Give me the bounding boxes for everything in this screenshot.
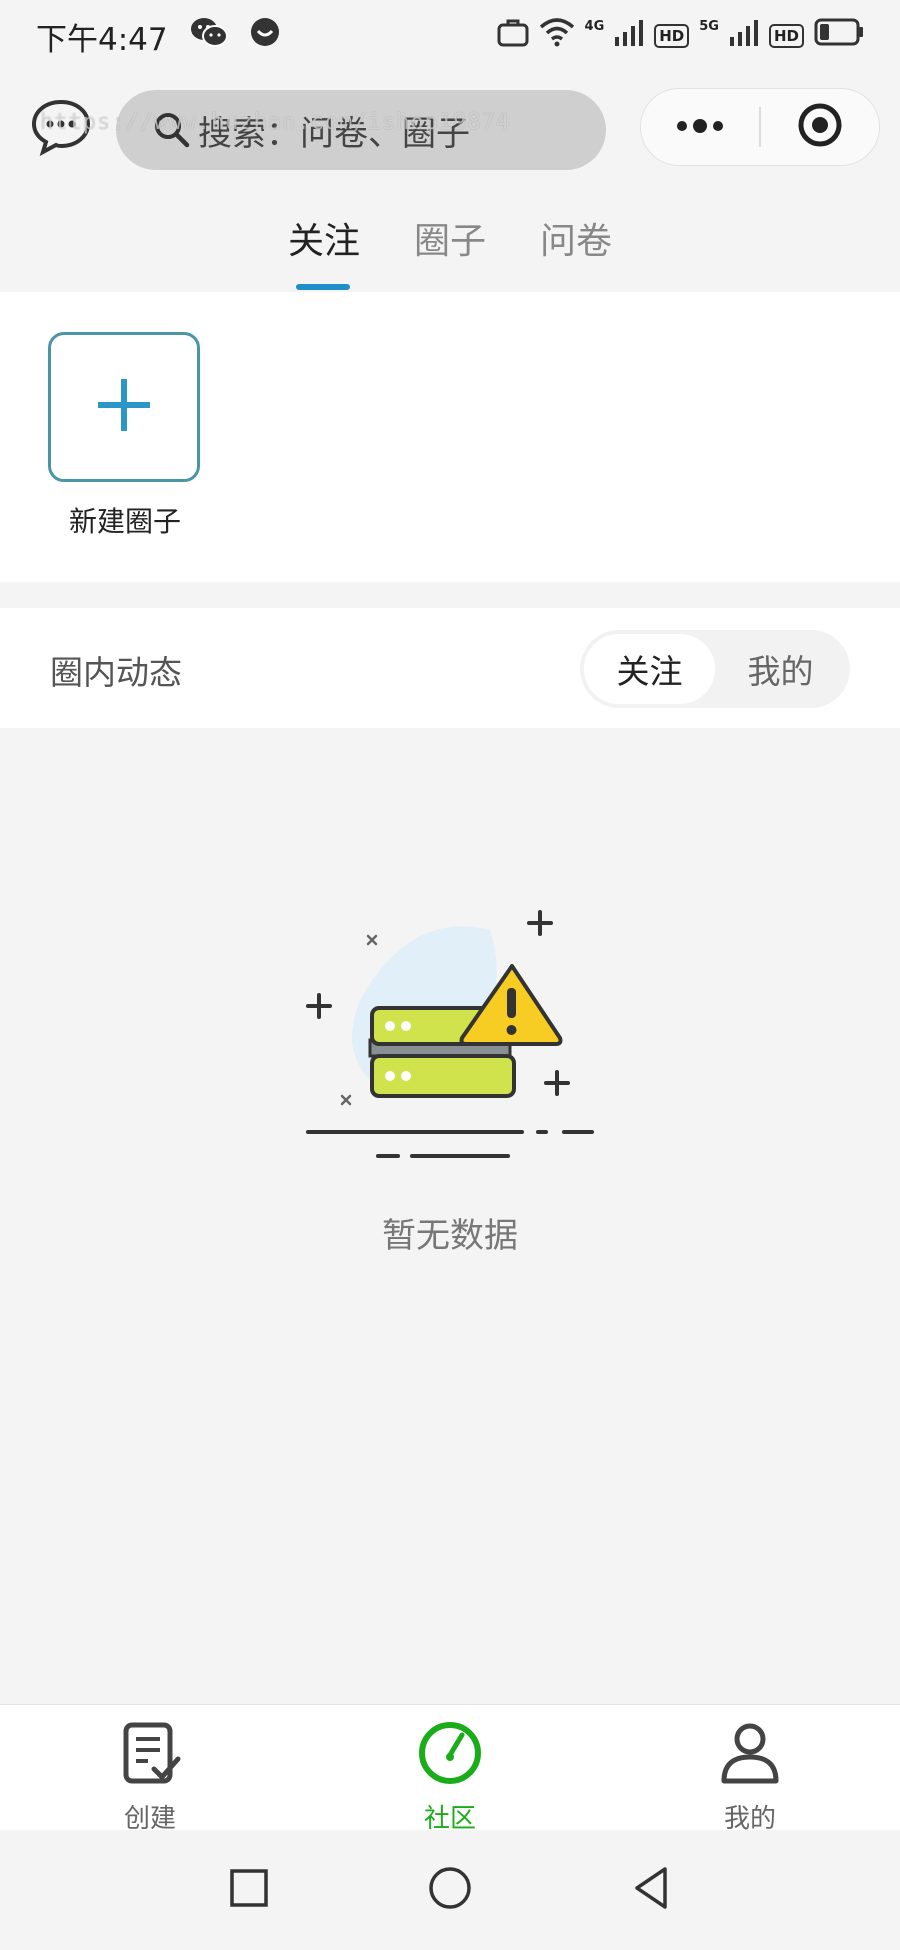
tab-following[interactable]: 关注 [286,180,362,290]
miniprogram-capsule [640,88,880,166]
signal-icon [729,17,759,55]
tab-surveys[interactable]: 问卷 [538,180,614,290]
battery-icon [814,17,864,55]
segment-mine[interactable]: 我的 [715,634,846,704]
wifi-icon [539,17,575,55]
feed-header: 圈内动态 关注 我的 [0,608,900,728]
bottom-tab-bar: 创建 社区 我的 [0,1704,900,1834]
plus-icon [96,377,152,437]
back-triangle-icon[interactable] [631,1866,671,1914]
tabbar-item-create[interactable]: 创建 [0,1705,300,1834]
tabbar-item-community[interactable]: 社区 [300,1705,600,1834]
search-icon [152,110,192,150]
more-dots-icon [676,118,724,137]
segment-following[interactable]: 关注 [584,634,715,704]
gauge-icon [416,1719,484,1794]
home-circle-icon[interactable] [428,1866,472,1914]
new-circle-label: 新建圈子 [68,505,181,538]
tab-circles[interactable]: 圈子 [412,180,488,290]
person-icon [716,1719,784,1794]
header: 搜索：问卷、圈子 https://www.huzhan.com/ishop198… [0,72,900,180]
network-4g-label: 4G [584,18,605,34]
target-icon [797,102,843,152]
top-tabs: 关注 圈子 问卷 [0,180,900,290]
message-icon [250,17,280,55]
more-button[interactable] [641,89,759,165]
hd-badge: HD [654,24,690,48]
network-5g-label: 5G [699,18,719,34]
circles-section: 新建圈子 [0,292,900,582]
search-input[interactable]: 搜索：问卷、圈子 [116,90,606,170]
hd-badge: HD [768,24,804,48]
feed-filter-toggle: 关注 我的 [580,630,850,708]
empty-state-illustration [290,890,610,1180]
close-miniprogram-button[interactable] [761,89,879,165]
feed-title: 圈内动态 [50,653,182,692]
system-navigation-bar [0,1830,900,1950]
empty-state-text: 暂无数据 [382,1216,518,1256]
tabbar-item-me[interactable]: 我的 [600,1705,900,1834]
status-bar: 下午4:47 4G HD 5G HD [0,0,900,72]
wechat-icon [190,16,228,56]
briefcase-icon [497,17,529,55]
recents-square-icon[interactable] [229,1868,269,1912]
status-time: 下午4:47 [36,21,168,58]
new-circle-button[interactable] [48,332,200,482]
search-placeholder: 搜索：问卷、圈子 [198,113,470,154]
checklist-icon [116,1719,184,1794]
chat-bubble-icon[interactable] [30,98,92,157]
signal-icon [614,17,644,55]
